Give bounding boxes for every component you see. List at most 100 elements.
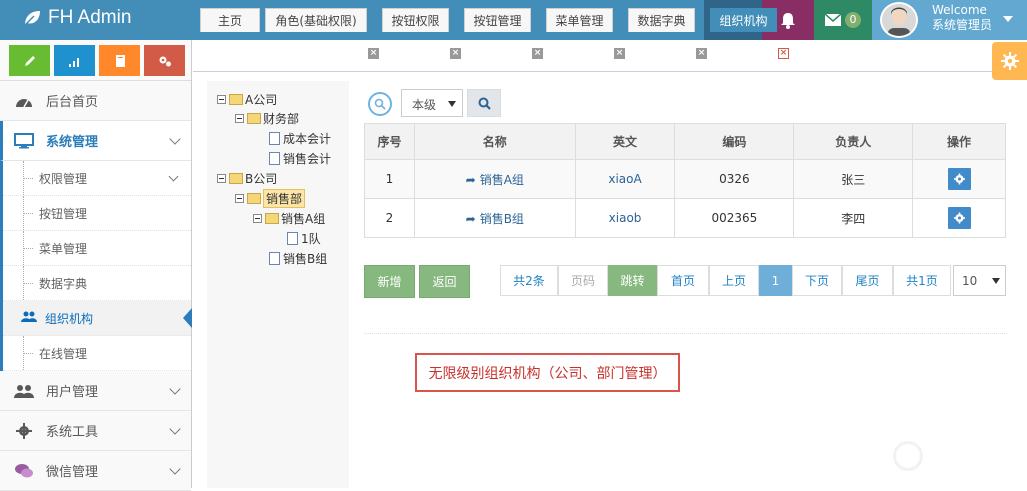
sidebar-item-dictionary[interactable]: 数据字典 (3, 266, 191, 301)
current-page-button[interactable]: 1 (759, 265, 792, 296)
collapse-icon[interactable] (235, 193, 244, 203)
prev-page-button[interactable]: 上页 (709, 265, 759, 296)
sidebar-item-label: 微信管理 (46, 465, 99, 480)
share-icon: ➦ (465, 172, 476, 187)
header-en: 英文 (574, 123, 676, 160)
messages-button[interactable]: 0 (814, 0, 872, 40)
chevron-down-icon (168, 171, 179, 182)
page-input[interactable]: 页码 (558, 265, 608, 296)
sidebar: 后台首页 系统管理 权限管理 按钮管理 菜单管理 数据字典 组织机构 在线管理 … (0, 40, 192, 491)
active-indicator (183, 308, 192, 328)
sidebar-item-home[interactable]: 后台首页 (0, 81, 191, 121)
tab-home[interactable]: 主页 (200, 8, 260, 32)
page-size-select[interactable]: 10 (953, 265, 1006, 296)
divider (364, 333, 1007, 334)
header-owner: 负责人 (793, 123, 914, 160)
shortcut-signal[interactable] (54, 45, 95, 76)
add-button[interactable]: 新增 (364, 265, 415, 298)
shortcut-cogs[interactable] (144, 45, 185, 76)
level-select[interactable]: 本级 (401, 89, 463, 117)
row-settings-button[interactable] (947, 168, 971, 190)
tab-menu-management[interactable]: 菜单管理 (546, 8, 613, 32)
sidebar-item-label: 用户管理 (46, 385, 99, 400)
tab-button-permission[interactable]: 按钮权限 (382, 8, 449, 32)
dashboard-icon (14, 92, 34, 110)
cell-no: 1 (364, 159, 415, 199)
close-icon[interactable]: × (696, 48, 707, 59)
username: 系统管理员 (932, 18, 993, 32)
tab-label: 组织机构 (719, 14, 768, 28)
sidebar-item-tools[interactable]: 系统工具 (0, 411, 191, 451)
sidebar-item-system[interactable]: 系统管理 (0, 121, 191, 161)
brand[interactable]: FH Admin (22, 7, 131, 29)
sidebar-item-menus[interactable]: 菜单管理 (3, 231, 191, 266)
org-table: 序号 名称 英文 编码 负责人 操作 1 ➦ 销售A组 xiaoA 0326 张三… (364, 123, 1006, 238)
close-icon[interactable]: × (450, 48, 461, 59)
pager-total: 共2条 (500, 265, 558, 296)
tree-node-sales-accounting[interactable]: 销售会计 (269, 149, 331, 167)
sidebar-item-permissions[interactable]: 权限管理 (3, 161, 191, 196)
gear-icon (953, 173, 965, 185)
collapse-icon[interactable] (235, 113, 244, 123)
file-icon (287, 231, 298, 245)
back-button[interactable]: 返回 (419, 265, 470, 298)
user-menu[interactable]: Welcome 系统管理员 (872, 0, 1027, 40)
watermark-logo-icon (893, 441, 923, 471)
leaf-icon (24, 11, 40, 26)
sidebar-item-users[interactable]: 用户管理 (0, 371, 191, 411)
sidebar-item-buttons[interactable]: 按钮管理 (3, 196, 191, 231)
tree-node-company-a[interactable]: A公司 (217, 90, 277, 108)
next-page-button[interactable]: 下页 (792, 265, 842, 296)
file-icon (269, 251, 280, 265)
jump-button[interactable]: 跳转 (608, 265, 657, 296)
signal-icon (68, 57, 79, 67)
collapse-icon[interactable] (253, 213, 262, 223)
comments-icon (14, 462, 34, 480)
collapse-icon[interactable] (217, 94, 226, 104)
cell-name-text: 销售B组 (479, 211, 524, 226)
close-icon[interactable]: × (778, 48, 789, 59)
chevron-down-icon (169, 423, 181, 435)
sidebar-item-label: 系统工具 (46, 425, 99, 440)
users-icon (14, 382, 34, 400)
file-icon (269, 131, 280, 145)
tab-label: 按钮权限 (391, 14, 440, 28)
caret-down-icon (1003, 16, 1013, 22)
tab-role[interactable]: 角色(基础权限) (265, 8, 367, 32)
gear-icon (14, 422, 34, 440)
tab-label: 菜单管理 (555, 14, 604, 28)
shortcuts (0, 40, 191, 81)
messages-badge: 0 (845, 12, 861, 28)
pencil-icon (24, 55, 35, 66)
sidebar-item-wechat[interactable]: 微信管理 (0, 451, 191, 491)
tab-organization[interactable]: 组织机构 (710, 8, 777, 32)
shortcut-book[interactable] (99, 45, 140, 76)
sidebar-item-online[interactable]: 在线管理 (3, 336, 191, 371)
tree-node-team1[interactable]: 1队 (287, 229, 321, 247)
row-settings-button[interactable] (947, 207, 971, 229)
tab-button-management[interactable]: 按钮管理 (464, 8, 531, 32)
close-icon[interactable]: × (368, 48, 379, 59)
cell-name[interactable]: ➦ 销售B组 (413, 198, 576, 238)
tree-node-sales-group-b[interactable]: 销售B组 (269, 249, 327, 267)
cell-name[interactable]: ➦ 销售A组 (413, 159, 576, 199)
tree-node-cost-accounting[interactable]: 成本会计 (269, 129, 331, 147)
tree-node-sales-group-a[interactable]: 销售A组 (253, 209, 325, 227)
book-icon (115, 54, 125, 67)
sidebar-item-label: 后台首页 (46, 95, 99, 110)
first-page-button[interactable]: 首页 (657, 265, 709, 296)
tree-node-company-b[interactable]: B公司 (217, 169, 277, 187)
last-page-button[interactable]: 尾页 (842, 265, 893, 296)
search-button[interactable] (467, 89, 501, 117)
gear-icon (953, 212, 965, 224)
org-tree: A公司 财务部 成本会计 销售会计 B公司 销售部 销售A组 1队 销售B组 (207, 81, 349, 488)
sidebar-item-organization[interactable]: 组织机构 (3, 301, 192, 336)
shortcut-pencil[interactable] (9, 45, 50, 76)
close-icon[interactable]: × (614, 48, 625, 59)
settings-button[interactable] (992, 42, 1027, 80)
close-icon[interactable]: × (532, 48, 543, 59)
tree-node-finance[interactable]: 财务部 (235, 109, 299, 127)
tab-dictionary[interactable]: 数据字典 (628, 8, 695, 32)
tree-node-sales[interactable]: 销售部 (235, 188, 306, 208)
collapse-icon[interactable] (217, 173, 226, 183)
